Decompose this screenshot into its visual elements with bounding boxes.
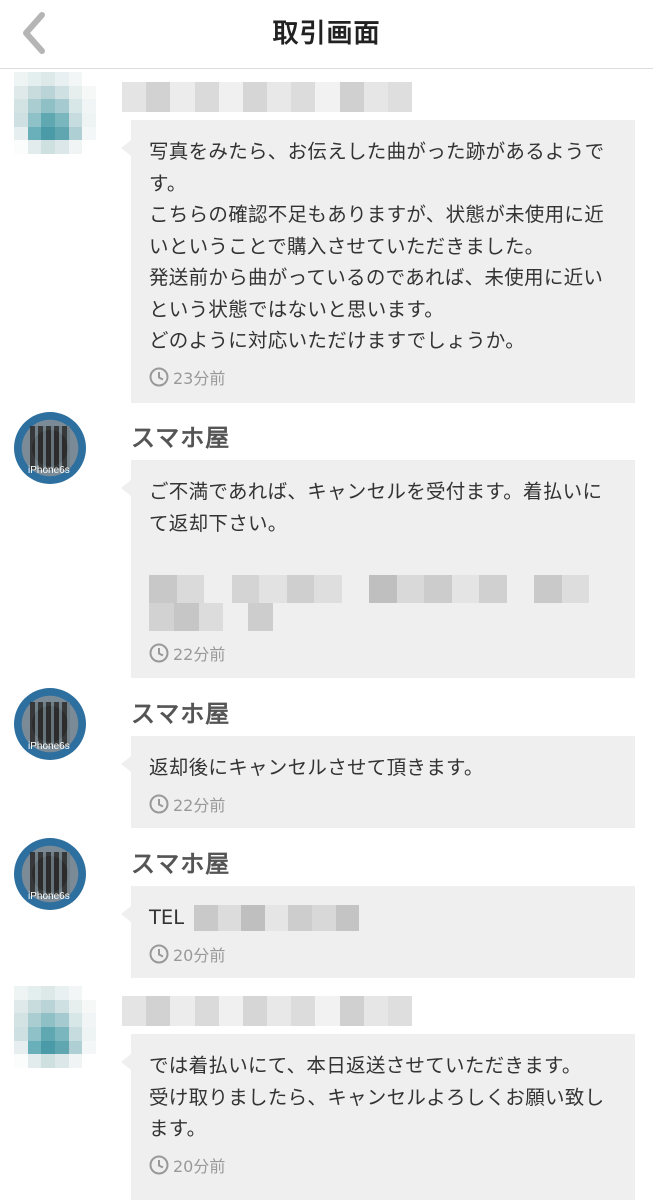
timestamp: 20分前 [149,1153,617,1177]
sender-name-redacted [122,996,413,1026]
clock-icon [149,1155,169,1174]
header: 取引画面 [0,0,653,69]
sender-name: スマホ屋 [131,424,231,452]
page-title: 取引画面 [272,19,381,49]
timestamp: 20分前 [149,942,617,966]
clock-icon [149,794,169,813]
avatar: iPhone6s [14,688,86,760]
message-text: TEL [149,902,617,934]
sender-name: スマホ屋 [131,850,231,878]
message-text: ご不満であれば、キャンセルを受付ます。着払いにて返却下さい。 [149,480,603,535]
message-bubble: TEL 20分前 [121,886,635,978]
clock-icon [149,367,169,386]
timestamp: 22分前 [149,792,617,816]
avatar [14,986,96,1068]
timestamp: 22分前 [149,641,617,665]
sender-name-redacted [122,82,413,112]
redacted-phone [194,904,360,931]
message-text: 写真をみたら、お伝えした曲がった跡があるようです。 こちらの確認不足もありますが… [149,140,605,352]
timestamp: 23分前 [149,365,617,389]
message-bubble: 返却後にキャンセルさせて頂きます。 22分前 [121,736,635,828]
sender-name: スマホ屋 [131,700,231,728]
clock-icon [149,643,169,663]
message-text: では着払いにて、本日返送させていただきます。 受け取りましたら、キャンセルよろし… [149,1054,605,1140]
message-bubble: 写真をみたら、お伝えした曲がった跡があるようです。 こちらの確認不足もありますが… [121,120,635,403]
clock-icon [149,944,169,963]
avatar: iPhone6s [14,412,86,484]
message-bubble: ご不満であれば、キャンセルを受付ます。着払いにて返却下さい。 22分前 [121,460,635,678]
avatar [14,72,96,154]
message-text: 返却後にキャンセルさせて頂きます。 [149,756,484,779]
avatar: iPhone6s [14,838,86,910]
redacted-text [149,575,617,631]
message-bubble: では着払いにて、本日返送させていただきます。 受け取りましたら、キャンセルよろし… [121,1034,635,1200]
